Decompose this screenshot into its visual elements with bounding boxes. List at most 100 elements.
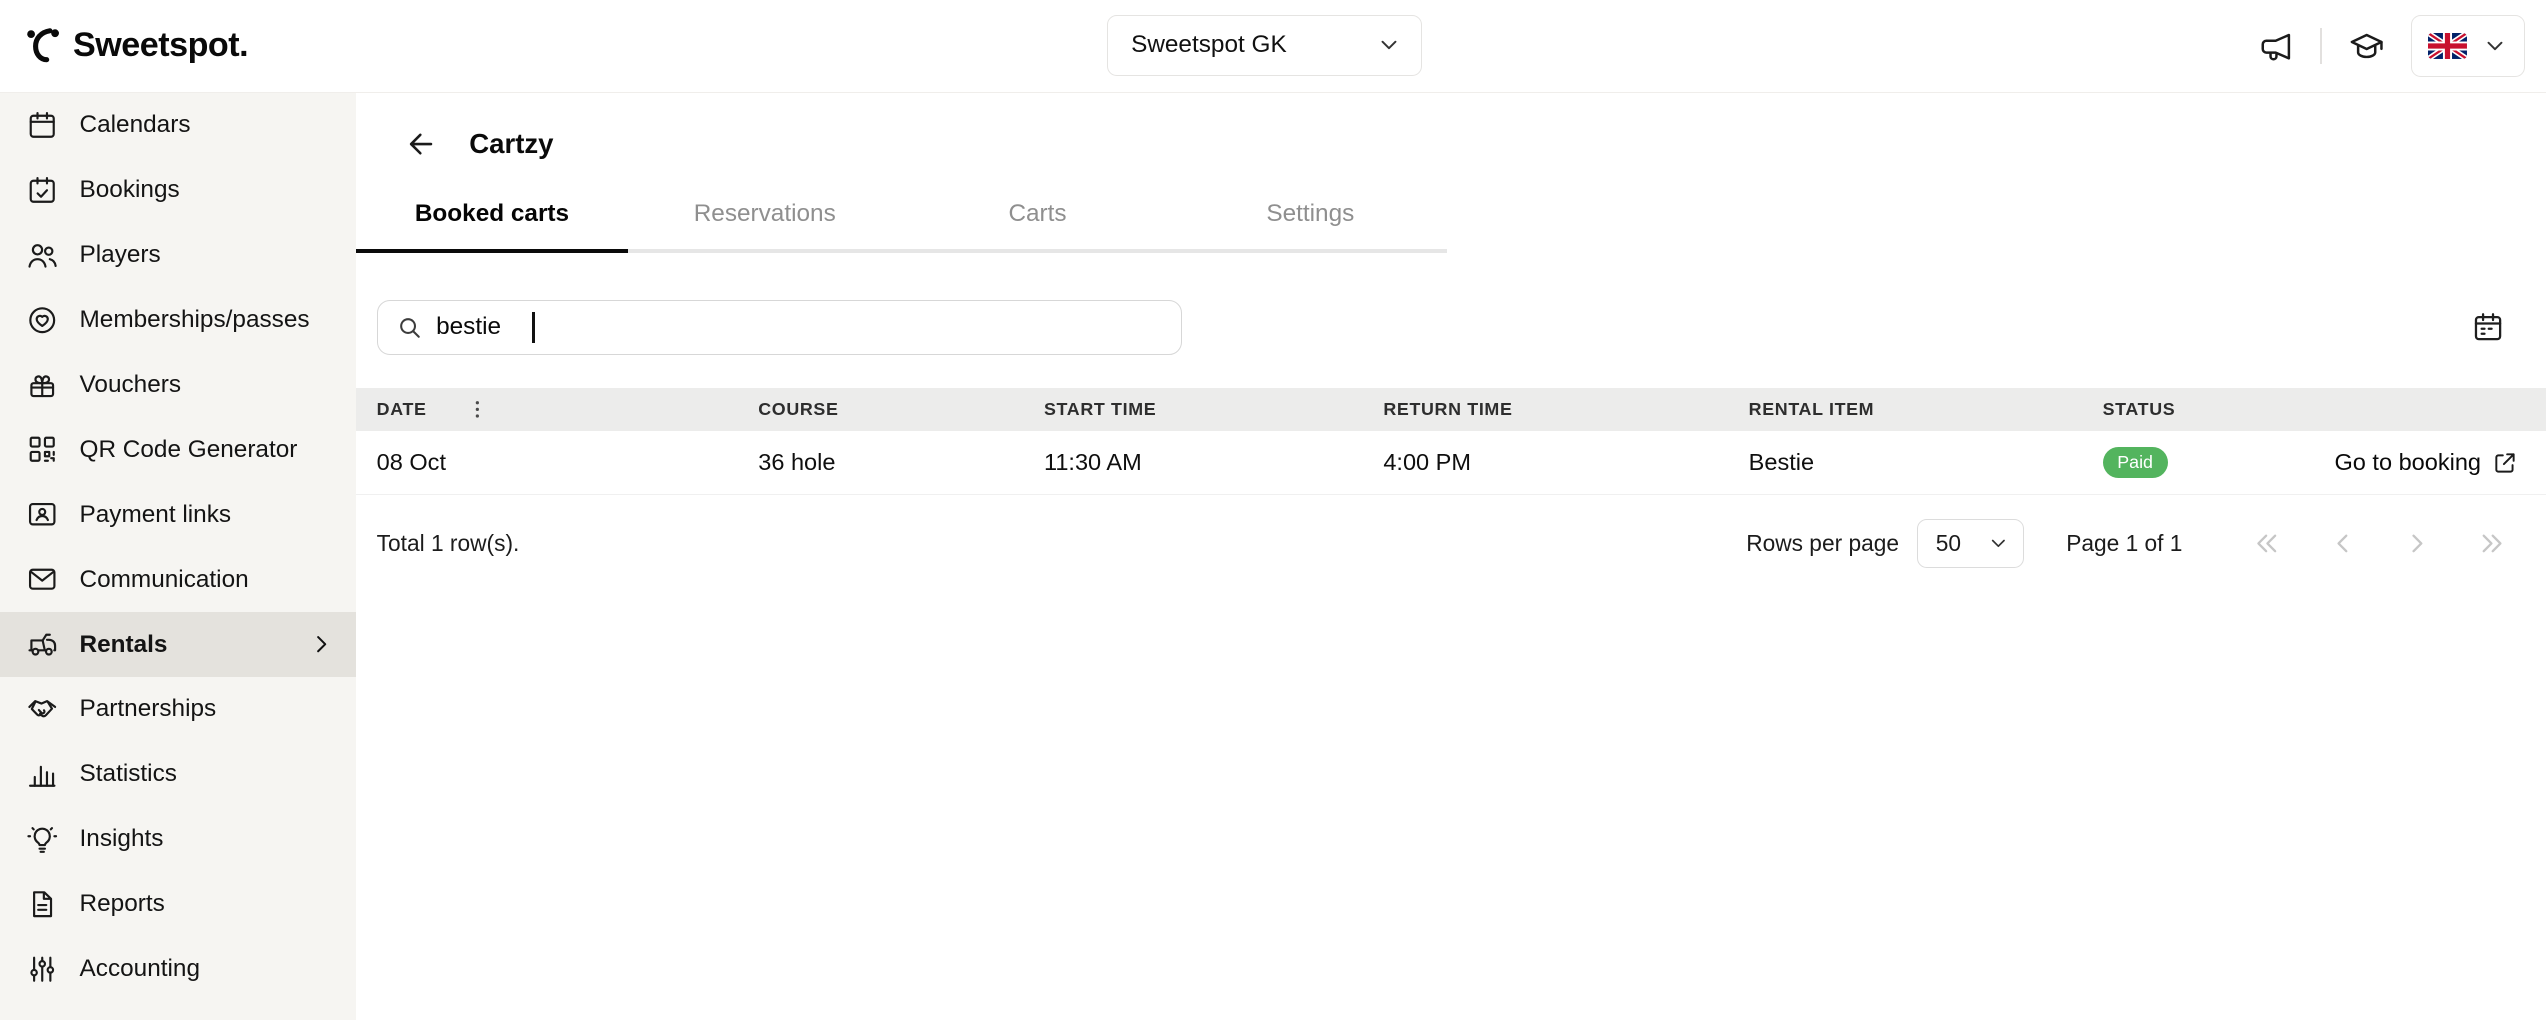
mail-icon <box>26 563 58 595</box>
sidebar-item-bookings[interactable]: Bookings <box>0 157 356 222</box>
tab-carts[interactable]: Carts <box>901 195 1174 253</box>
next-page-button[interactable] <box>2400 526 2434 560</box>
sidebar-item-communication[interactable]: Communication <box>0 547 356 612</box>
status-badge: Paid <box>2103 447 2168 478</box>
main-content: Cartzy Booked carts Reservations Carts S… <box>356 93 2546 1020</box>
external-link-icon <box>2492 450 2518 476</box>
organization-selector[interactable]: Sweetspot GK <box>1107 15 1422 77</box>
sweetspot-logo-icon <box>23 26 62 65</box>
cell-start-time: 11:30 AM <box>1044 449 1383 476</box>
column-header-return-time: RETURN TIME <box>1383 399 1748 420</box>
tab-bar: Booked carts Reservations Carts Settings <box>356 195 1447 253</box>
chevron-right-icon <box>2402 528 2433 559</box>
announcements-button[interactable] <box>2253 24 2297 68</box>
sidebar-item-label: Statistics <box>80 760 177 788</box>
table-row[interactable]: 08 Oct 36 hole 11:30 AM 4:00 PM Bestie P… <box>356 431 2546 494</box>
tab-settings[interactable]: Settings <box>1174 195 1447 253</box>
sidebar-item-accounting[interactable]: Accounting <box>0 937 356 1002</box>
membership-heart-icon <box>26 304 58 336</box>
column-header-rental-item: RENTAL ITEM <box>1749 399 2103 420</box>
column-header-date: DATE <box>377 396 759 422</box>
sidebar-item-calendars[interactable]: Calendars <box>0 93 356 158</box>
sidebar-item-statistics[interactable]: Statistics <box>0 742 356 807</box>
sidebar-item-label: Rentals <box>80 631 168 659</box>
cell-date: 08 Oct <box>377 449 759 476</box>
last-page-button[interactable] <box>2475 526 2509 560</box>
sidebar-item-label: Calendars <box>80 111 191 139</box>
megaphone-icon <box>2257 28 2294 65</box>
gift-icon <box>26 369 58 401</box>
column-header-status: STATUS <box>2103 399 2519 420</box>
table-header-row: DATE COURSE START TIME RETURN TIME RENTA… <box>356 388 2546 432</box>
calendar-check-icon <box>26 174 58 206</box>
brand-name: Sweetspot. <box>73 26 248 65</box>
sidebar-item-players[interactable]: Players <box>0 222 356 287</box>
sidebar-item-insights[interactable]: Insights <box>0 807 356 872</box>
sidebar-item-label: Bookings <box>80 176 180 204</box>
academy-button[interactable] <box>2344 24 2388 68</box>
sidebar-item-partnerships[interactable]: Partnerships <box>0 677 356 742</box>
golf-cart-icon <box>26 628 58 660</box>
sidebar-item-label: Partnerships <box>80 695 217 723</box>
sidebar-item-label: Communication <box>80 566 249 594</box>
page-header: Cartzy <box>356 93 2546 195</box>
first-page-button[interactable] <box>2251 526 2285 560</box>
search-icon <box>396 314 424 342</box>
qr-code-icon <box>26 433 58 465</box>
search-input[interactable] <box>436 313 519 341</box>
document-icon <box>26 888 58 920</box>
column-header-start-time: START TIME <box>1044 399 1383 420</box>
players-icon <box>26 239 58 271</box>
pager <box>2251 526 2509 560</box>
top-header: Sweetspot. Sweetspot GK <box>0 0 2546 93</box>
toolbar <box>356 300 2546 355</box>
sidebar-item-label: Reports <box>80 890 165 918</box>
sidebar-item-qr-code-generator[interactable]: QR Code Generator <box>0 417 356 482</box>
chevrons-left-icon <box>2252 528 2283 559</box>
calendar-picker-icon <box>2471 310 2505 344</box>
sidebar-item-label: Accounting <box>80 955 200 983</box>
rows-per-page-select[interactable]: 50 <box>1917 519 2024 568</box>
sidebar-item-label: Players <box>80 241 161 269</box>
rows-per-page-value: 50 <box>1936 530 1961 557</box>
back-button[interactable] <box>401 123 442 164</box>
page-info: Page 1 of 1 <box>2066 530 2182 557</box>
rows-per-page-label: Rows per page <box>1746 530 1899 557</box>
graduation-cap-icon <box>2348 28 2385 65</box>
cell-course: 36 hole <box>758 449 1044 476</box>
language-selector[interactable] <box>2411 15 2525 77</box>
chevron-down-icon <box>1376 32 1402 58</box>
chevron-left-icon <box>2327 528 2358 559</box>
chevrons-right-icon <box>2476 528 2507 559</box>
cell-return-time: 4:00 PM <box>1383 449 1748 476</box>
sidebar-item-memberships[interactable]: Memberships/passes <box>0 287 356 352</box>
sidebar: Calendars Bookings Players Memberships/p… <box>0 93 356 1020</box>
calendar-icon <box>26 109 58 141</box>
app-root: Sweetspot. Sweetspot GK <box>0 0 2546 1020</box>
kebab-menu-icon <box>466 398 489 421</box>
payment-link-icon <box>26 498 58 530</box>
sidebar-item-rentals[interactable]: Rentals <box>0 612 356 677</box>
chevron-right-icon <box>309 632 333 656</box>
sliders-icon <box>26 953 58 985</box>
uk-flag-icon <box>2428 33 2467 59</box>
brand: Sweetspot. <box>23 26 248 65</box>
text-cursor <box>532 312 534 343</box>
header-divider <box>2320 28 2322 64</box>
tab-reservations[interactable]: Reservations <box>628 195 901 253</box>
sidebar-item-vouchers[interactable]: Vouchers <box>0 352 356 417</box>
column-menu-button[interactable] <box>464 396 490 422</box>
sidebar-item-reports[interactable]: Reports <box>0 872 356 937</box>
column-header-course: COURSE <box>758 399 1044 420</box>
sidebar-item-label: Insights <box>80 825 164 853</box>
tab-booked-carts[interactable]: Booked carts <box>356 195 629 253</box>
search-box <box>377 300 1182 355</box>
go-to-booking-link[interactable]: Go to booking <box>2335 449 2519 476</box>
sidebar-item-label: Memberships/passes <box>80 306 310 334</box>
date-picker-button[interactable] <box>2468 307 2509 348</box>
sidebar-item-label: QR Code Generator <box>80 436 298 464</box>
sidebar-item-payment-links[interactable]: Payment links <box>0 482 356 547</box>
previous-page-button[interactable] <box>2325 526 2359 560</box>
bar-chart-icon <box>26 758 58 790</box>
page-title: Cartzy <box>469 128 553 160</box>
